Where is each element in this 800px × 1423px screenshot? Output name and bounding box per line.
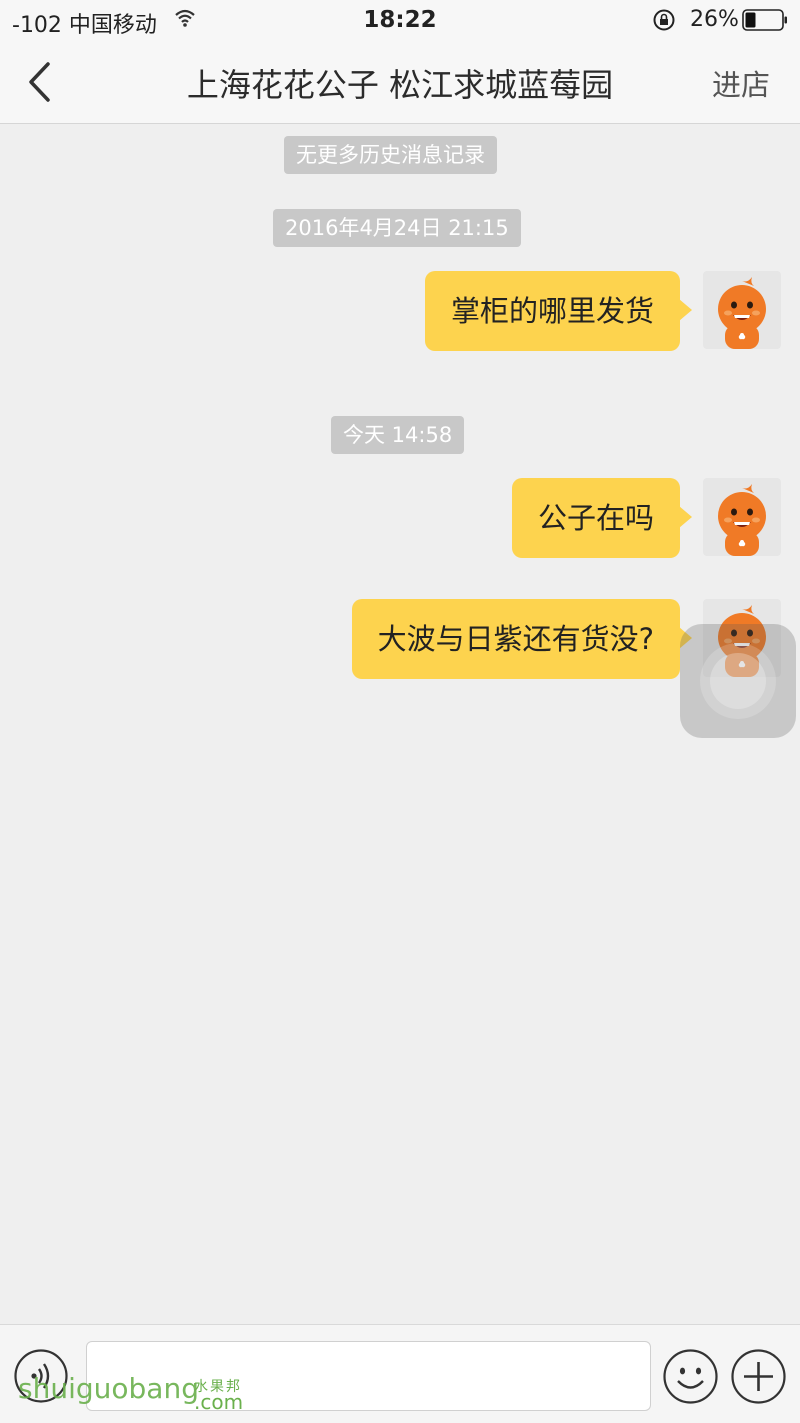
mascot-icon — [718, 277, 766, 349]
mascot-icon — [718, 484, 766, 556]
watermark: shuiguobang — [18, 1372, 199, 1405]
plus-icon[interactable] — [731, 1349, 786, 1404]
timestamp-pill: 2016年4月24日 21:15 — [273, 209, 521, 247]
watermark-suffix: .com — [194, 1390, 244, 1414]
status-bar: -102 中国移动 18:22 26% — [0, 0, 800, 40]
orientation-lock-icon — [652, 8, 676, 38]
battery-icon — [742, 9, 788, 31]
timestamp-pill: 今天 14:58 — [331, 416, 465, 454]
battery-percent: 26% — [690, 7, 739, 32]
chevron-left-icon[interactable] — [22, 60, 58, 104]
assistive-touch-center — [710, 653, 766, 709]
clock: 18:22 — [363, 7, 437, 33]
message-bubble[interactable]: 公子在吗 — [511, 478, 693, 558]
avatar[interactable] — [703, 478, 781, 556]
message-bubble[interactable]: 大波与日紫还有货没? — [351, 599, 693, 679]
avatar[interactable] — [703, 271, 781, 349]
chat-title: 上海花花公子 松江求城蓝莓园 — [186, 66, 614, 104]
assistive-touch-button[interactable] — [680, 624, 796, 738]
chat-area[interactable]: 无更多历史消息记录 2016年4月24日 21:15 掌柜的哪里发货 今天 14… — [0, 124, 800, 1324]
message-bubble[interactable]: 掌柜的哪里发货 — [424, 271, 693, 351]
enter-store-button[interactable]: 进店 — [712, 62, 770, 104]
history-notice: 无更多历史消息记录 — [284, 136, 497, 174]
emoji-icon[interactable] — [663, 1349, 718, 1404]
navigation-bar: 上海花花公子 松江求城蓝莓园 进店 — [0, 40, 800, 124]
